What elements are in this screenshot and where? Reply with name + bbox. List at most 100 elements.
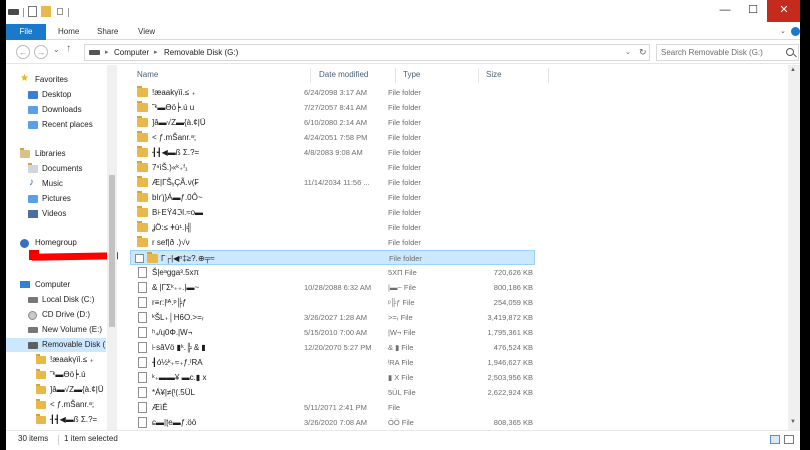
nav-new-volume[interactable]: New Volume (E:) [6, 323, 106, 337]
nav-local-disk[interactable]: Local Disk (C:) [6, 293, 106, 307]
properties-icon[interactable] [28, 6, 37, 17]
close-button[interactable]: ✕ [767, 0, 800, 22]
file-date: 5/11/2071 2:41 PM [304, 403, 367, 412]
table-row[interactable]: !æaakγïì.≤ ₊ 6/24/2098 3:17 AM File folder [130, 85, 535, 100]
table-row[interactable]: *Á¥|≠{ᴵ(.5ÜL 5ÜL File 2,622,924 KB [130, 385, 535, 400]
nav-removable-disk[interactable]: Removable Disk ( [6, 338, 106, 352]
nav-scrollbar[interactable] [107, 65, 117, 430]
file-icon [138, 312, 147, 323]
folder-icon [36, 414, 46, 424]
table-row[interactable]: < ƒ.mŠanr.ᵃ; 4/24/2051 7:58 PM File folder [130, 130, 535, 145]
tab-view[interactable]: View [130, 24, 163, 40]
new-folder-icon[interactable] [41, 6, 51, 17]
large-icons-view-icon[interactable] [784, 435, 794, 444]
nav-pictures[interactable]: Pictures [6, 192, 106, 206]
column-header-type[interactable]: Type [403, 68, 420, 82]
ribbon-expand-icon[interactable]: ⌄ [780, 28, 788, 36]
table-row[interactable]: ÆìÊ 5/11/2071 2:41 PM File [130, 400, 535, 415]
table-row[interactable]: ᵏŠL₊│H6O.>=ᵣ 3/26/2027 1:28 AM >=ᵣ File 3,4… [130, 310, 535, 325]
details-view-icon[interactable] [770, 435, 780, 444]
table-row[interactable]: ┨ó½ᵏ₊≈₊ƒ.ᴵRA ᴵRA File 1,946,627 KB [130, 355, 535, 370]
address-dropdown-icon[interactable]: ⌄ [625, 45, 631, 60]
table-row[interactable]: ]â▬√Z▬{à.¢|Ü 6/10/2080 2:14 AM File folder [130, 115, 535, 130]
table-row[interactable]: ʰ₄/ɥ0Φ.|W¬ 5/15/2010 7:00 AM |W¬ File 1,795… [130, 325, 535, 340]
help-icon[interactable] [791, 27, 800, 36]
file-icon [138, 372, 147, 383]
table-row[interactable]: B⊦EŸ4ℑl.≈ο▬ File folder [130, 205, 535, 220]
column-header-size[interactable]: Size [486, 68, 502, 82]
volume-icon [28, 327, 38, 333]
column-header-name[interactable]: Name [137, 68, 158, 82]
nav-label: CD Drive (D:) [42, 310, 90, 319]
column-header-date[interactable]: Date modified [319, 68, 368, 82]
nav-documents[interactable]: Documents [6, 162, 106, 176]
nav-music[interactable]: ♪ Music [6, 177, 106, 191]
breadcrumb-removable-disk[interactable]: Removable Disk (G:) [164, 45, 238, 60]
tab-home[interactable]: Home [50, 24, 87, 40]
file-type: File folder [389, 254, 422, 263]
nav-favorites[interactable]: ★ Favorites [6, 73, 106, 87]
drive-icon [89, 50, 100, 55]
search-icon[interactable] [786, 48, 794, 56]
table-row[interactable]: 7ⁿìŠ.)«ᵏ₊ᶠ₁ File folder [130, 160, 535, 175]
nav-homegroup[interactable]: Homegroup [6, 236, 106, 250]
divider [23, 8, 24, 17]
nav-desktop[interactable]: Desktop [6, 88, 106, 102]
back-button[interactable]: ← [16, 45, 30, 59]
table-row[interactable]: r≡ɾ:|ᴵᴬ.ᵖ╠ƒ ᵖ╠ƒ File 254,059 KB [130, 295, 535, 310]
file-name: ˜ᵏ▬Ɵö┝.ú u [152, 103, 195, 112]
folder-icon [137, 131, 148, 142]
breadcrumb-computer[interactable]: Computer [114, 45, 149, 60]
file-name: ┨ó½ᵏ₊≈₊ƒ.ᴵRA [152, 358, 203, 367]
file-icon [138, 297, 147, 308]
search-input[interactable] [661, 46, 779, 59]
file-name: ]â▬√Z▬{à.¢|Ü [152, 118, 206, 127]
address-bar[interactable]: ▸ Computer ▸ Removable Disk (G:) ⌄ ↻ [84, 44, 650, 61]
scroll-up-icon[interactable]: ▲ [790, 67, 796, 73]
nav-label: ┨┫◀▬ß Σ.?= [50, 415, 98, 424]
nav-computer[interactable]: Computer [6, 278, 106, 292]
tab-share[interactable]: Share [89, 24, 126, 40]
file-list-scrollbar[interactable]: ▲ ▼ [788, 65, 800, 430]
nav-subfolder[interactable]: ˜ᵏ▬Ɵö┝.ú [6, 368, 106, 382]
nav-label: Videos [42, 209, 67, 218]
maximize-button[interactable]: ☐ [739, 0, 767, 22]
select-checkbox[interactable] [135, 254, 144, 263]
table-row[interactable]: ɕ▬|ʈe▬ƒ.öö 3/26/2020 7:08 AM ÖÖ File 808,36… [130, 415, 535, 430]
table-row[interactable]: & |ΓΣᵏ₊₊.|▬~ 10/28/2088 6:32 AM |▬~ File 80… [130, 280, 535, 295]
nav-videos[interactable]: Videos [6, 207, 106, 221]
nav-scrollbar-thumb[interactable] [109, 175, 115, 327]
downloads-icon [28, 106, 38, 114]
tab-file[interactable]: File [6, 24, 46, 40]
nav-subfolder[interactable]: ]â▬√Z▬{à.¢|Ü [6, 383, 106, 397]
table-row[interactable]: ʝÖ:≤ ǂù¹.|╣ File folder [130, 220, 535, 235]
table-row[interactable]: Š|eᵃgga³.5xπ 5XΠ File 720,626 KB [130, 265, 535, 280]
nav-subfolder[interactable]: ┨┫◀▬ß Σ.?= [6, 413, 106, 427]
nav-subfolder[interactable]: < ƒ.mŠanr.ᵃ; [6, 398, 106, 412]
table-row[interactable]: Γ┌|◀ᵒ‡≥?.⊕╤≈ File folder [130, 250, 535, 265]
up-button[interactable]: ↑ [66, 43, 71, 54]
recent-locations-chevron-icon[interactable]: ⌄ [53, 45, 60, 54]
table-row[interactable]: Æ|ΓŠᵧÇÃ.ν(₣ 11/14/2034 11:56 ... File fold… [130, 175, 535, 190]
forward-button[interactable]: → [34, 45, 48, 59]
nav-cd-drive[interactable]: CD Drive (D:) [6, 308, 106, 322]
cd-drive-icon [28, 311, 37, 320]
quick-access-dropdown-icon[interactable] [57, 8, 63, 15]
table-row[interactable]: ᵏ₊▬▬¥ ▬c.▮ x ▮ X File 2,503,956 KB [130, 370, 535, 385]
file-size: 1,946,627 KB [487, 358, 533, 367]
nav-recent-places[interactable]: Recent places [6, 118, 106, 132]
nav-libraries[interactable]: Libraries [6, 147, 106, 161]
table-row[interactable]: bǀɾ'ȷ}Á▬ƒ.0Ô~ File folder [130, 190, 535, 205]
nav-subfolder[interactable]: !æaakγïì.≤ ₊ [6, 353, 106, 367]
table-row[interactable]: ⊦sâVö ▮ᵏ.╠ & ▮ 12/20/2070 5:27 PM & ▮ File… [130, 340, 535, 355]
scroll-down-icon[interactable]: ▼ [790, 419, 796, 425]
table-row[interactable]: ┨┫◀▬ß Σ.?= 4/8/2083 9:08 AM File folder [130, 145, 535, 160]
nav-downloads[interactable]: Downloads [6, 103, 106, 117]
refresh-icon[interactable]: ↻ [639, 45, 647, 60]
table-row[interactable]: ˜ᵏ▬Ɵö┝.ú u 7/27/2057 8:41 AM File folder [130, 100, 535, 115]
pictures-icon [28, 195, 38, 203]
minimize-button[interactable]: — [711, 0, 739, 22]
table-row[interactable]: r sef|ð .)√ν File folder [130, 235, 535, 250]
title-bar: — ☐ ✕ [6, 0, 800, 24]
search-box[interactable] [656, 44, 799, 61]
